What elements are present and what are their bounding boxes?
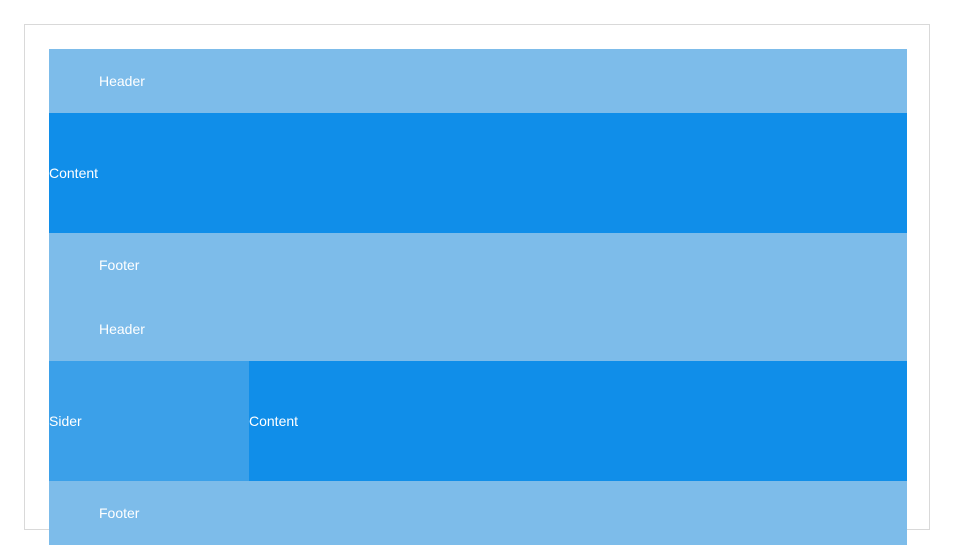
layout-sider: Sider bbox=[49, 361, 249, 481]
layout-footer: Footer bbox=[49, 481, 907, 545]
layout-content: Content bbox=[249, 361, 907, 481]
header-label: Header bbox=[99, 73, 145, 89]
sider-label: Sider bbox=[49, 413, 82, 429]
layout-header: Header bbox=[49, 49, 907, 113]
header-label: Header bbox=[99, 321, 145, 337]
content-label: Content bbox=[249, 413, 299, 429]
layout-with-sider: Header Sider Content Footer bbox=[49, 297, 907, 545]
footer-label: Footer bbox=[99, 257, 140, 273]
layout-body: Sider Content bbox=[49, 361, 907, 481]
layout-content: Content bbox=[49, 113, 907, 233]
footer-label: Footer bbox=[99, 505, 140, 521]
layout-basic: Header Content Footer bbox=[49, 49, 907, 297]
layout-header: Header bbox=[49, 297, 907, 361]
content-label: Content bbox=[49, 165, 99, 181]
layouts-container: Header Content Footer Header Sider Conte… bbox=[49, 49, 907, 545]
layout-footer: Footer bbox=[49, 233, 907, 297]
